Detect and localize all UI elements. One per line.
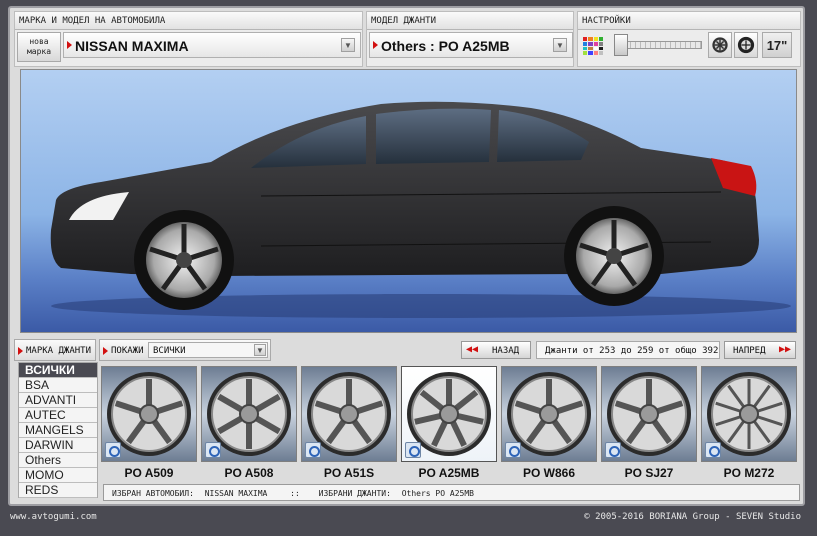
rim-label: PO A25MB [418,466,480,480]
chevron-down-icon[interactable]: ▼ [341,38,355,52]
car-panel-title: МАРКА И МОДЕЛ НА АВТОМОБИЛА [15,12,362,30]
brand-list-item[interactable]: ADVANTI [19,393,97,408]
new-brand-button[interactable]: нова марка [17,32,61,62]
tire-view-button[interactable] [734,32,758,58]
show-filter: ПОКАЖИ ВСИЧКИ ▼ [99,339,271,361]
palette-swatch [583,51,588,55]
chevron-down-icon[interactable]: ▼ [254,344,266,356]
rim-thumbnail[interactable] [601,366,697,462]
brand-list-item[interactable]: REDS [19,483,97,498]
brand-list-item[interactable]: MOMO [19,468,97,483]
magnifier-icon[interactable] [205,442,221,458]
rim-thumbnail[interactable] [701,366,797,462]
app-frame: МАРКА И МОДЕЛ НА АВТОМОБИЛА нова марка N… [8,6,805,506]
brand-list-item[interactable]: BSA [19,378,97,393]
color-palette-icon[interactable] [583,37,603,55]
brand-list-item[interactable]: AUTEC [19,408,97,423]
footer-site[interactable]: www.avtogumi.com [10,512,97,522]
settings-panel: НАСТРОЙКИ 17" [577,11,801,67]
double-arrow-left-icon: ◀◀ [466,344,479,355]
palette-swatch [593,51,598,55]
palette-swatch [598,37,603,41]
rim-thumbnail[interactable] [101,366,197,462]
magnifier-icon[interactable] [505,442,521,458]
brand-list-item[interactable]: DARWIN [19,438,97,453]
rim-thumbnail[interactable] [501,366,597,462]
range-info: Джанти от 253 до 259 от общо 392 [536,341,720,359]
car-preview [20,69,797,333]
palette-swatch [598,51,603,55]
magnifier-icon[interactable] [705,442,721,458]
front-wheel [134,210,234,310]
brand-rims-header: МАРКА ДЖАНТИ [14,339,96,361]
palette-swatch [588,46,593,51]
palette-swatch [588,37,593,41]
rim-label: PO M272 [723,466,775,480]
rims-panel: МОДЕЛ ДЖАНТИ Others : PO A25MB ▼ [366,11,574,67]
double-arrow-right-icon: ▶▶ [778,344,791,355]
footer-copyright: © 2005-2016 BORIANA Group - SEVEN Studio [584,512,801,522]
next-button[interactable]: НАПРЕД ▶▶ [724,341,796,359]
rim-thumbnail[interactable] [401,366,497,462]
tire-icon [737,36,755,54]
slider-handle[interactable] [614,34,628,56]
palette-swatch [583,37,588,41]
rear-wheel [564,206,664,306]
palette-swatch [583,46,588,51]
rim-label: PO A508 [224,466,274,480]
brand-list: ВСИЧКИ BSA ADVANTI AUTEC MANGELS DARWIN Others… [18,362,98,498]
palette-swatch [598,41,603,46]
status-bar: ИЗБРАН АВТОМОБИЛ: NISSAN MAXIMA :: ИЗБРА… [103,484,800,501]
rim-size-badge[interactable]: 17" [762,32,792,58]
rim-view-button[interactable] [708,32,732,58]
red-triangle-icon [103,347,108,355]
magnifier-icon[interactable] [305,442,321,458]
car-image [50,101,791,318]
palette-swatch [598,46,603,51]
red-triangle-icon [18,347,23,355]
brand-list-item[interactable]: MANGELS [19,423,97,438]
palette-swatch [588,41,593,46]
magnifier-icon[interactable] [405,442,421,458]
back-button[interactable]: ◀◀ НАЗАД [461,341,531,359]
rim-thumbnail[interactable] [301,366,397,462]
show-select[interactable]: ВСИЧКИ ▼ [148,342,268,358]
magnifier-icon[interactable] [105,442,121,458]
brand-list-item[interactable]: Others [19,453,97,468]
car-model-select[interactable]: NISSAN MAXIMA ▼ [63,32,361,58]
rim-model-value: Others : PO A25MB [381,38,510,54]
rim-label: PO A51S [323,466,375,480]
rims-panel-title: МОДЕЛ ДЖАНТИ [367,12,573,30]
car-panel: МАРКА И МОДЕЛ НА АВТОМОБИЛА нова марка N… [14,11,363,67]
brand-list-item[interactable]: ВСИЧКИ [19,363,97,378]
palette-swatch [588,51,593,55]
chevron-down-icon[interactable]: ▼ [553,38,567,52]
rim-icon [712,37,728,53]
red-triangle-icon [67,41,72,49]
magnifier-icon[interactable] [605,442,621,458]
red-triangle-icon [373,41,378,49]
settings-title: НАСТРОЙКИ [578,12,800,30]
rim-label: PO W866 [522,466,576,480]
palette-swatch [593,37,598,41]
rim-label: PO A509 [124,466,174,480]
rim-label: PO SJ27 [624,466,674,480]
rim-thumbnail[interactable] [201,366,297,462]
car-model-value: NISSAN MAXIMA [75,38,189,54]
palette-swatch [583,41,588,46]
palette-swatch [593,46,598,51]
rim-model-select[interactable]: Others : PO A25MB ▼ [369,32,573,58]
palette-swatch [593,41,598,46]
